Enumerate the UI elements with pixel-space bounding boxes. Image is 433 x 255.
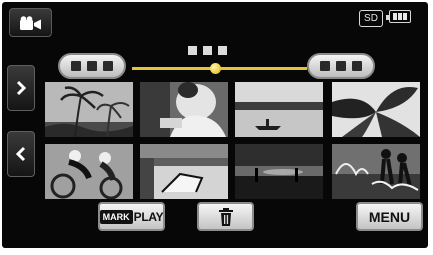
mark-label: MARK	[99, 209, 133, 224]
date-slider-knob[interactable]	[210, 63, 221, 74]
thumbnail-palm-leaves[interactable]	[332, 82, 420, 137]
mark-play-button[interactable]: MARK PLAY	[98, 202, 165, 231]
thumbnail-kids-water-splash[interactable]	[332, 144, 420, 199]
video-camera-icon	[19, 15, 41, 30]
thumbnail-person-reading[interactable]	[140, 82, 228, 137]
menu-label: MENU	[368, 208, 411, 225]
sd-card-indicator: SD	[359, 10, 383, 27]
date-start-button[interactable]	[58, 53, 126, 79]
thumbnail-palm-trees[interactable]	[45, 82, 133, 137]
chevron-left-icon	[15, 146, 26, 162]
trash-icon	[218, 207, 233, 226]
battery-icon	[386, 10, 411, 23]
thumbnail-beach-silhouettes[interactable]	[235, 144, 323, 199]
date-indicator	[188, 44, 248, 56]
date-end-button[interactable]	[307, 53, 375, 79]
thumbnail-beach-chair[interactable]	[140, 144, 228, 199]
chevron-right-icon	[16, 80, 27, 96]
delete-button[interactable]	[197, 202, 254, 231]
menu-button[interactable]: MENU	[356, 202, 423, 231]
play-label: PLAY	[133, 209, 164, 224]
mode-button[interactable]	[9, 8, 52, 37]
thumbnail-lake-canoe[interactable]	[235, 82, 323, 137]
thumbnail-cyclists[interactable]	[45, 144, 133, 199]
prev-page-button[interactable]	[7, 131, 35, 177]
camcorder-screen: SD MARK PLAY MENU	[0, 0, 433, 255]
next-page-button[interactable]	[7, 65, 35, 111]
